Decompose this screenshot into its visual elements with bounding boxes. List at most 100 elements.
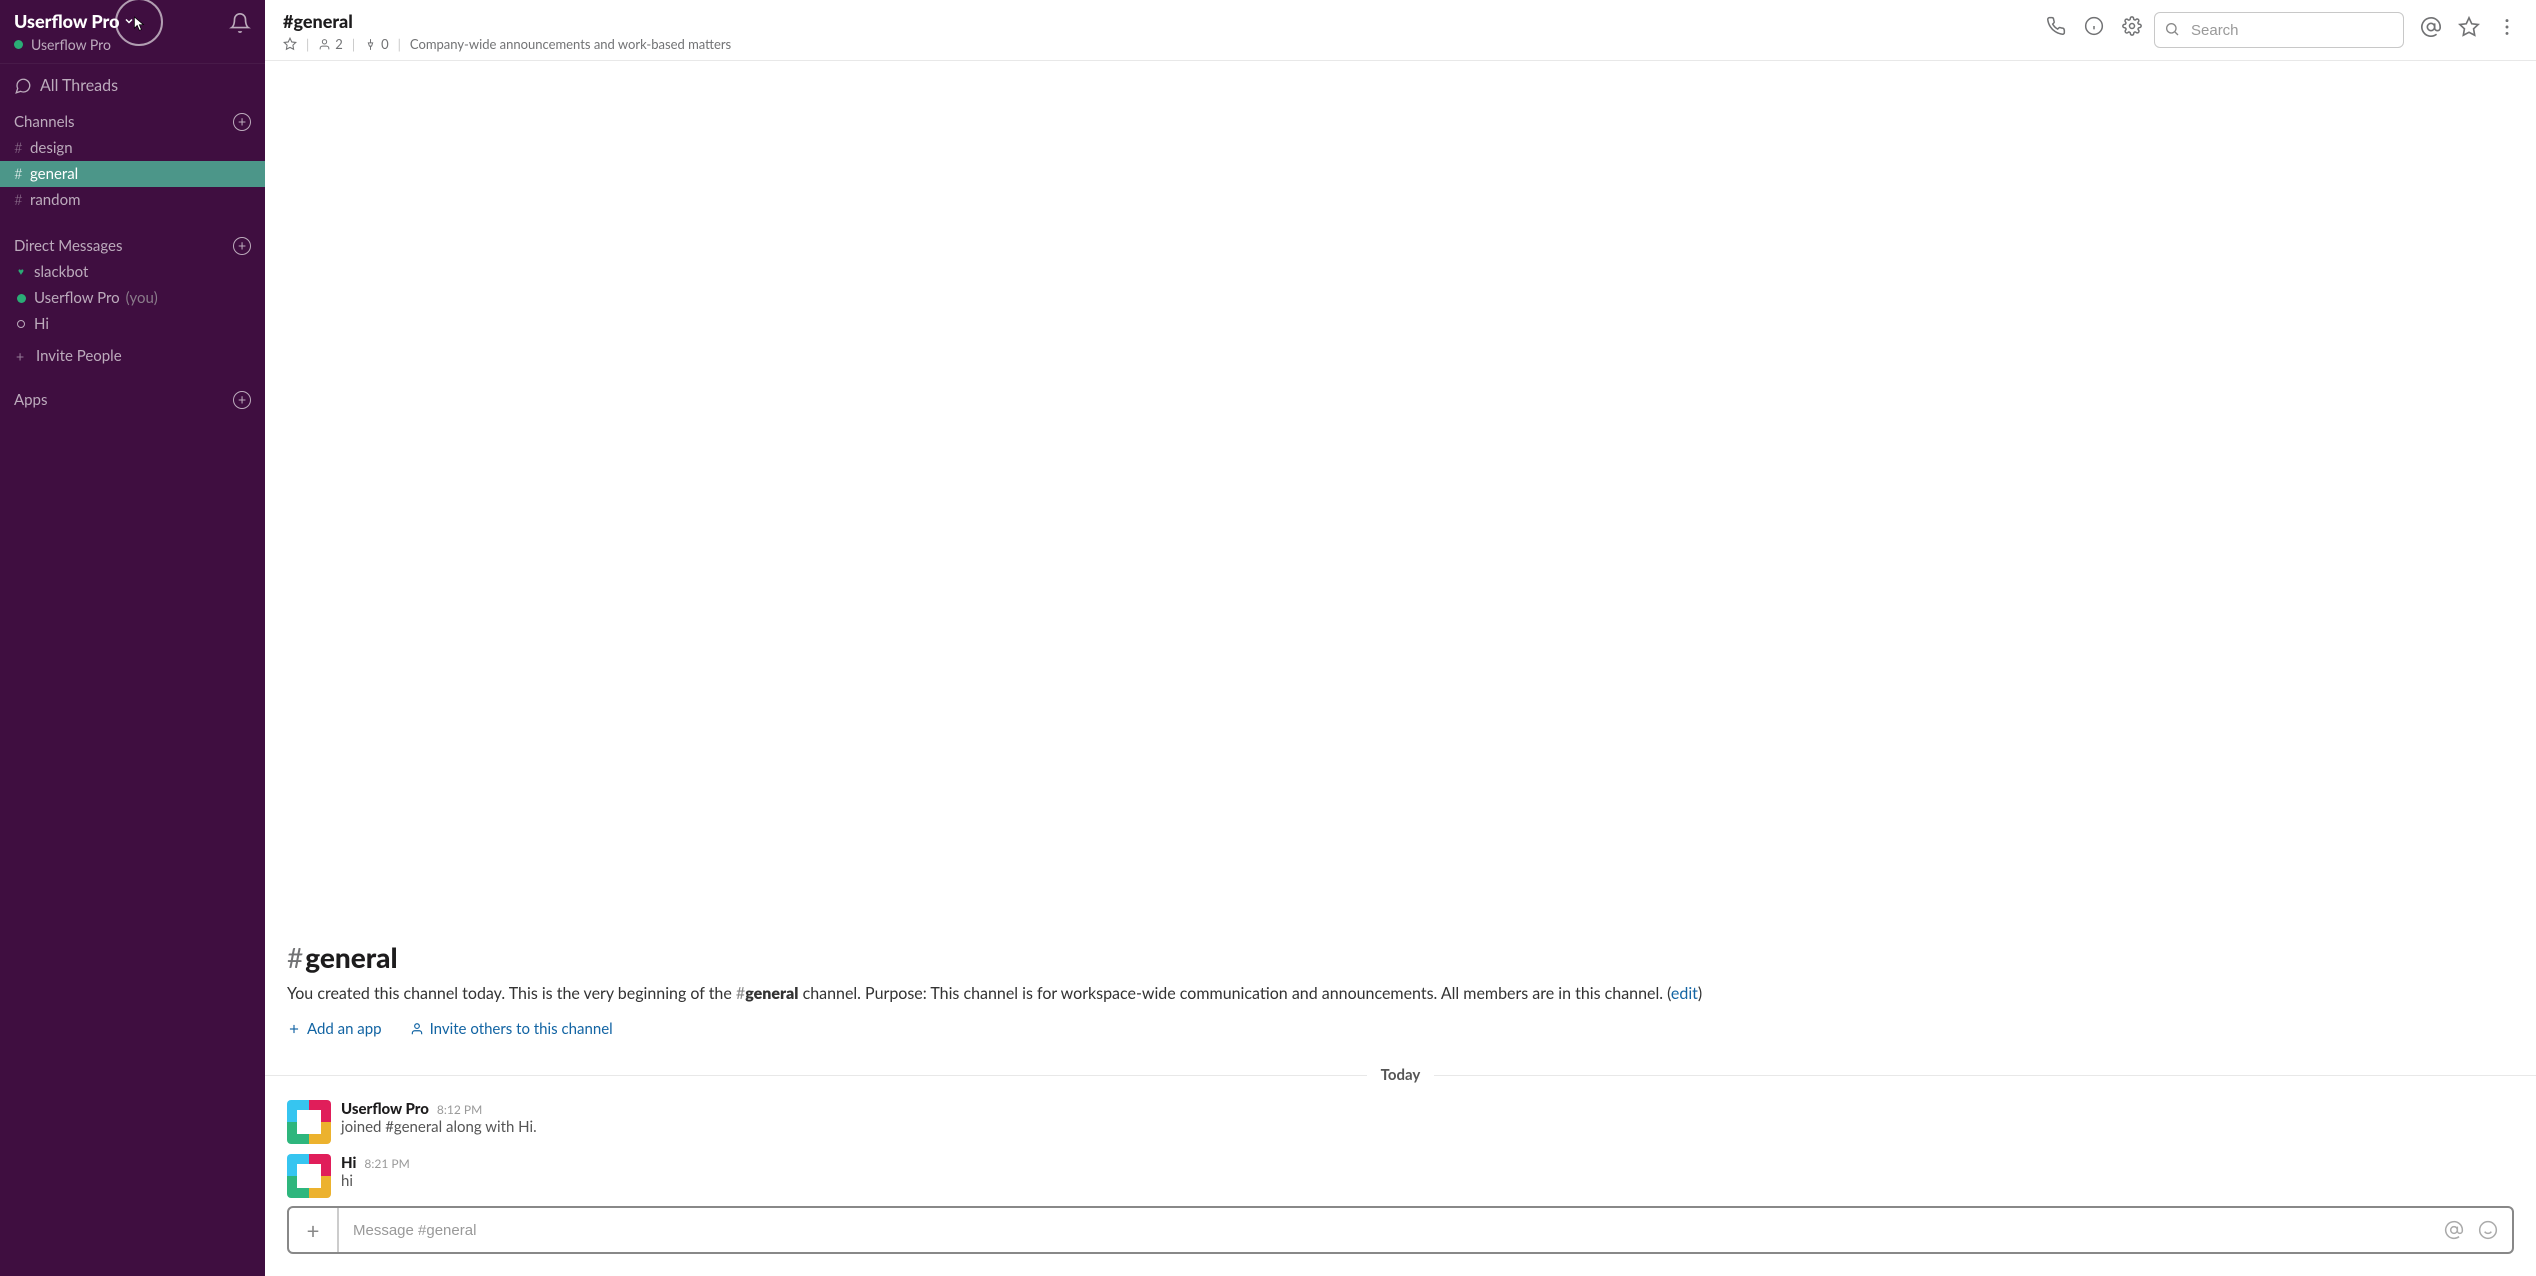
apps-heading: Apps + xyxy=(0,385,265,413)
channel-ref: general xyxy=(745,984,798,1003)
info-icon[interactable] xyxy=(2084,16,2104,36)
hash-icon: # xyxy=(14,165,30,183)
message-row[interactable]: Userflow Pro 8:12 PM joined #general alon… xyxy=(265,1098,2536,1152)
all-threads-link[interactable]: All Threads xyxy=(0,64,265,107)
add-app-label: Add an app xyxy=(307,1020,382,1038)
message-sender[interactable]: Userflow Pro xyxy=(341,1100,429,1118)
invite-others-link[interactable]: Invite others to this channel xyxy=(410,1020,613,1038)
member-count[interactable]: 2 xyxy=(318,36,343,52)
add-app-button[interactable]: + xyxy=(233,391,251,409)
message-row[interactable]: Hi 8:21 PM hi xyxy=(265,1152,2536,1206)
channel-label: general xyxy=(30,165,78,183)
main-panel: #general | 2 | 0 | Company-wide announce… xyxy=(265,0,2536,1276)
dm-hi[interactable]: Hi xyxy=(0,311,265,337)
hash-icon: # xyxy=(14,139,30,157)
message-timestamp[interactable]: 8:21 PM xyxy=(364,1156,409,1171)
all-threads-label: All Threads xyxy=(40,76,118,95)
dm-label: Hi xyxy=(34,315,49,333)
channel-intro-body: You created this channel today. This is … xyxy=(287,982,2514,1006)
channel-intro-title: #general xyxy=(287,940,2514,974)
chevron-down-icon xyxy=(123,15,135,27)
channel-title[interactable]: #general xyxy=(283,10,731,32)
channel-topic[interactable]: Company-wide announcements and work-base… xyxy=(410,36,731,52)
search-input[interactable] xyxy=(2154,12,2404,48)
emoji-icon[interactable] xyxy=(2478,1220,2498,1240)
message-sender[interactable]: Hi xyxy=(341,1154,356,1172)
intro-text: You created this channel today. This is … xyxy=(287,984,736,1003)
date-divider: Today xyxy=(265,1066,2536,1084)
member-count-value: 2 xyxy=(335,36,343,52)
message-timestamp[interactable]: 8:12 PM xyxy=(437,1102,482,1117)
avatar[interactable] xyxy=(287,1100,331,1144)
current-user-name: Userflow Pro xyxy=(31,36,111,53)
channel-design[interactable]: #design xyxy=(0,135,265,161)
dm-label: Userflow Pro xyxy=(34,289,120,307)
phone-icon[interactable] xyxy=(2046,16,2066,36)
presence-indicator-away xyxy=(14,320,28,328)
add-app-link[interactable]: Add an app xyxy=(287,1020,382,1038)
pin-count-value: 0 xyxy=(381,36,389,52)
add-dm-button[interactable]: + xyxy=(233,237,251,255)
pin-count[interactable]: 0 xyxy=(364,36,389,52)
dm-self[interactable]: Userflow Pro (you) xyxy=(0,285,265,311)
channel-label: random xyxy=(30,191,80,209)
channel-random[interactable]: #random xyxy=(0,187,265,213)
presence-indicator-active xyxy=(14,294,28,303)
sidebar-header: Userflow Pro Userflow Pro xyxy=(0,0,265,64)
you-suffix: (you) xyxy=(126,289,158,307)
search-icon xyxy=(2164,21,2180,37)
dms-heading: Direct Messages + xyxy=(0,231,265,259)
dm-label: slackbot xyxy=(34,263,88,281)
message-input[interactable] xyxy=(339,1208,2430,1252)
composer-area: + xyxy=(265,1206,2536,1276)
intro-text: ) xyxy=(1698,984,1702,1003)
channel-general[interactable]: #general xyxy=(0,161,265,187)
mention-icon[interactable] xyxy=(2444,1220,2464,1240)
plus-icon: + xyxy=(14,348,26,365)
header-actions xyxy=(2046,16,2142,36)
workspace-name: Userflow Pro xyxy=(14,10,119,32)
apps-heading-label[interactable]: Apps xyxy=(14,391,47,409)
hash-icon: # xyxy=(736,984,745,1003)
threads-icon xyxy=(14,77,32,95)
person-icon xyxy=(318,38,331,51)
person-icon xyxy=(410,1022,424,1036)
invite-people-label: Invite People xyxy=(36,347,122,365)
header-right-actions xyxy=(2420,16,2518,38)
channel-intro: #general You created this channel today.… xyxy=(265,690,2536,1056)
star-icon[interactable] xyxy=(283,37,297,51)
dm-slackbot[interactable]: ♥ slackbot xyxy=(0,259,265,285)
channels-heading-label[interactable]: Channels xyxy=(14,113,75,131)
search-field-wrap xyxy=(2154,12,2404,48)
message-text: hi xyxy=(341,1172,410,1190)
current-user-row[interactable]: Userflow Pro xyxy=(14,36,229,53)
intro-title-text: general xyxy=(305,940,397,974)
plus-icon xyxy=(287,1022,301,1036)
channel-label: design xyxy=(30,139,73,157)
message-composer: + xyxy=(287,1206,2514,1254)
edit-purpose-link[interactable]: edit xyxy=(1671,984,1698,1003)
hash-icon: # xyxy=(14,191,30,209)
heart-icon: ♥ xyxy=(14,266,28,278)
message-text: joined #general along with Hi. xyxy=(341,1118,537,1136)
channel-meta: | 2 | 0 | Company-wide announcements and… xyxy=(283,36,731,52)
workspace-switcher[interactable]: Userflow Pro xyxy=(14,10,229,32)
date-divider-label: Today xyxy=(1367,1066,1435,1084)
channels-heading: Channels + xyxy=(0,107,265,135)
add-channel-button[interactable]: + xyxy=(233,113,251,131)
mentions-icon[interactable] xyxy=(2420,16,2442,38)
attach-button[interactable]: + xyxy=(289,1208,339,1252)
dms-heading-label[interactable]: Direct Messages xyxy=(14,237,122,255)
more-vertical-icon[interactable] xyxy=(2496,16,2518,38)
star-icon[interactable] xyxy=(2458,16,2480,38)
gear-icon[interactable] xyxy=(2122,16,2142,36)
hash-icon: # xyxy=(287,940,303,974)
avatar[interactable] xyxy=(287,1154,331,1198)
intro-actions: Add an app Invite others to this channel xyxy=(287,1006,2514,1056)
invite-people-link[interactable]: + Invite People xyxy=(0,337,265,375)
invite-others-label: Invite others to this channel xyxy=(430,1020,613,1038)
notifications-bell-icon[interactable] xyxy=(229,12,251,34)
presence-indicator-active xyxy=(14,40,23,49)
message-list[interactable]: #general You created this channel today.… xyxy=(265,61,2536,1206)
sidebar: Userflow Pro Userflow Pro All Threads Ch… xyxy=(0,0,265,1276)
